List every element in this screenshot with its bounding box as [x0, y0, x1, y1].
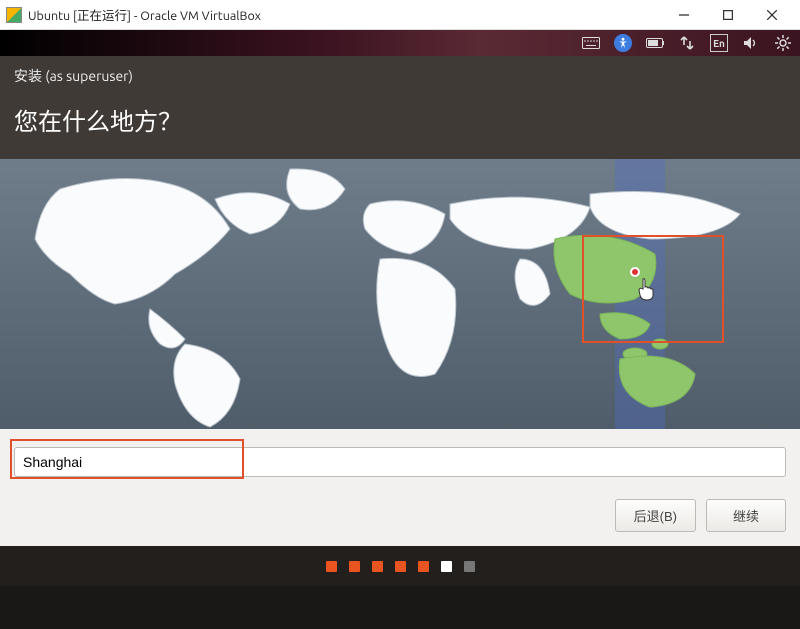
- continue-button[interactable]: 继续: [706, 499, 786, 532]
- volume-icon[interactable]: [742, 34, 760, 52]
- guest-screen: En 安装 (as superuser) 您在什么地方？: [0, 30, 800, 629]
- progress-dot: [441, 561, 452, 572]
- battery-icon[interactable]: [646, 34, 664, 52]
- keyboard-icon[interactable]: [582, 34, 600, 52]
- close-button[interactable]: [750, 1, 794, 29]
- virtualbox-titlebar: Ubuntu [正在运行] - Oracle VM VirtualBox: [0, 0, 800, 30]
- annotation-map-highlight: [582, 235, 724, 343]
- progress-dot: [395, 561, 406, 572]
- timezone-map[interactable]: [0, 159, 800, 429]
- network-icon[interactable]: [678, 34, 696, 52]
- back-button[interactable]: 后退(B): [615, 499, 696, 532]
- progress-indicator: [0, 546, 800, 586]
- progress-dot: [326, 561, 337, 572]
- window-title: Ubuntu [正在运行] - Oracle VM VirtualBox: [28, 5, 261, 24]
- accessibility-icon[interactable]: [614, 34, 632, 52]
- minimize-button[interactable]: [662, 1, 706, 29]
- progress-dot: [418, 561, 429, 572]
- progress-dot: [372, 561, 383, 572]
- timezone-form: 后退(B) 继续: [0, 429, 800, 546]
- settings-gear-icon[interactable]: [774, 34, 792, 52]
- progress-dot: [464, 561, 475, 572]
- progress-dot: [349, 561, 360, 572]
- footer-strip: [0, 586, 800, 629]
- virtualbox-logo-icon: [6, 7, 22, 23]
- language-en-icon[interactable]: En: [710, 34, 728, 52]
- ubuntu-top-panel: En: [0, 30, 800, 56]
- timezone-input[interactable]: [14, 447, 786, 477]
- installer-title: 安装 (as superuser): [0, 56, 800, 92]
- maximize-button[interactable]: [706, 1, 750, 29]
- page-heading: 您在什么地方？: [0, 92, 800, 159]
